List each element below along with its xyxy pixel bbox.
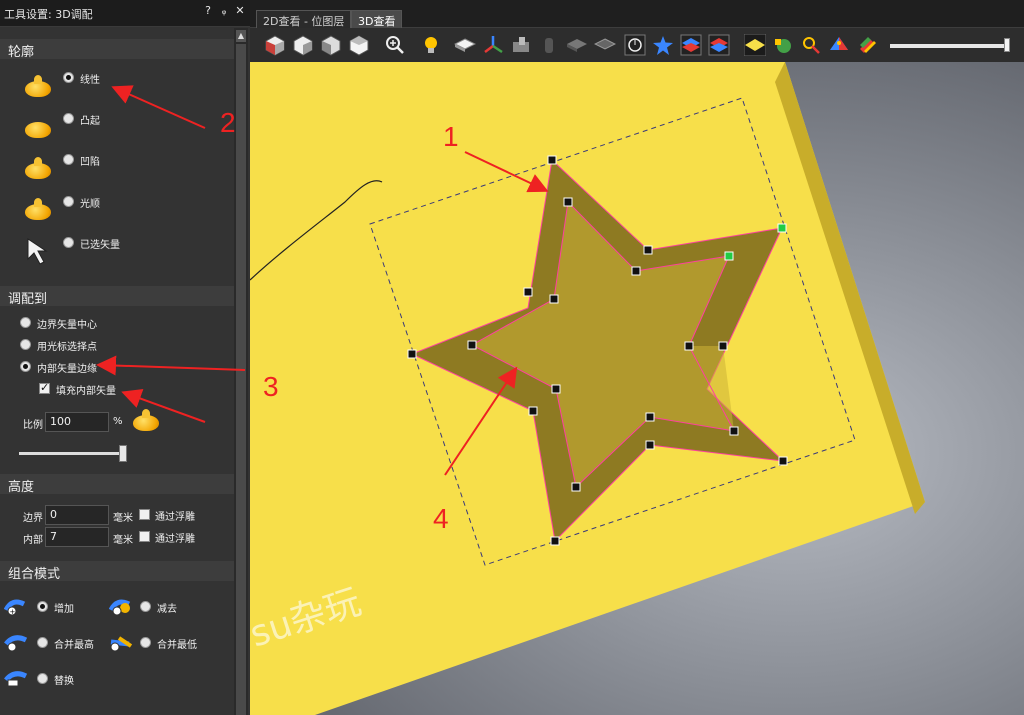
annotation-label-3: 3 (263, 371, 279, 402)
app-window: 工具设置: 3D调配 ? ᵩ ✕ ▲ 轮廓 线性 凸起 凹陷 光顺 已选矢量 调… (0, 0, 1024, 715)
annotation-arrow-2 (111, 85, 206, 129)
annotation-arrow-4 (444, 366, 518, 476)
annotation-label-2: 2 (220, 107, 236, 138)
annotation-arrow-1 (464, 151, 549, 193)
annotation-arrow-3b (121, 389, 206, 423)
annotation-label-4: 4 (433, 503, 449, 534)
annotation-arrow-3a (96, 355, 246, 376)
annotation-label-1: 1 (443, 121, 459, 152)
annotation-overlay: 1 2 3 4 (96, 85, 549, 534)
